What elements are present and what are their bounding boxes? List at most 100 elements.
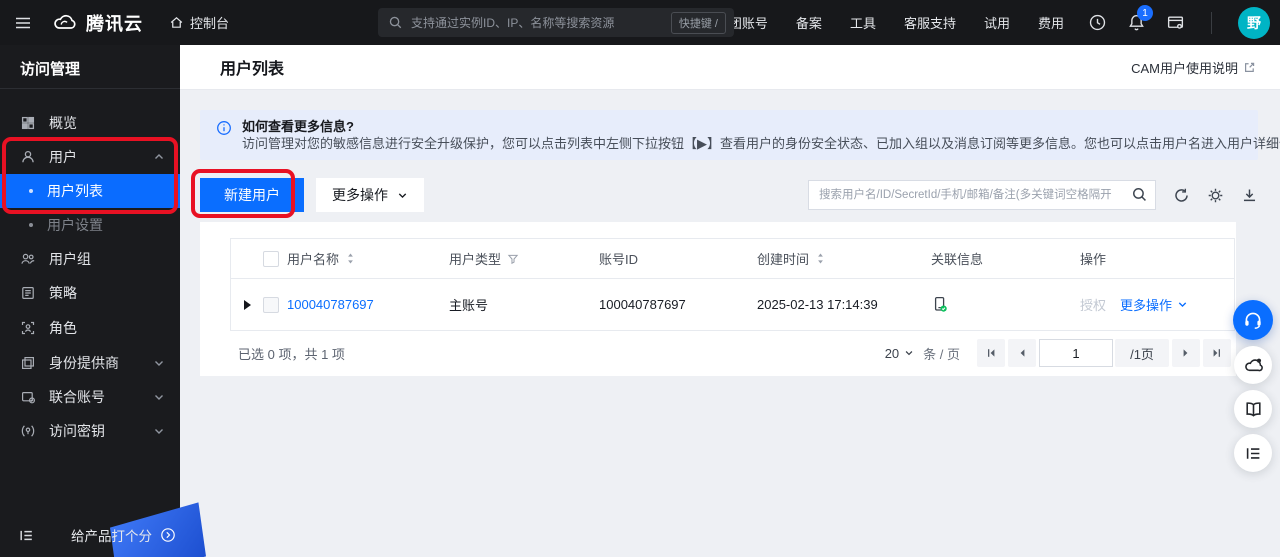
open-book-icon	[1245, 401, 1261, 417]
topbar-right-nav: 集团账号 备案 工具 客服支持 试用 费用 1 野	[671, 5, 1280, 39]
table-toolbar: 新建用户 更多操作	[200, 178, 1258, 212]
last-page-button[interactable]	[1203, 339, 1231, 367]
chevron-circle-icon[interactable]	[160, 527, 176, 543]
created-time-cell: 2025-02-13 17:14:39	[757, 297, 878, 312]
nav-icp-filing[interactable]: 备案	[796, 13, 822, 32]
topbar: 腾讯云 控制台 支持通过实例ID、IP、名称等搜索资源 快捷键 / 集团账号 备…	[0, 0, 1280, 45]
tencent-cloud-logo[interactable]: 腾讯云	[52, 10, 143, 36]
documentation-fab[interactable]	[1234, 390, 1272, 428]
user-search-box	[808, 180, 1156, 210]
external-link-icon	[1243, 61, 1256, 74]
user-avatar[interactable]: 野	[1238, 6, 1270, 39]
download-icon[interactable]	[1241, 187, 1258, 204]
sidebar-item-federated-accounts[interactable]: 联合账号	[0, 380, 180, 414]
sidebar-item-users[interactable]: 用户	[0, 140, 180, 174]
user-search-input[interactable]	[808, 180, 1156, 210]
hamburger-menu-icon[interactable]	[0, 13, 46, 33]
refresh-icon[interactable]	[1173, 187, 1190, 204]
page-size-unit: 条 / 页	[923, 346, 960, 362]
access-key-icon	[20, 423, 36, 439]
history-clock-icon[interactable]	[1088, 13, 1107, 32]
notification-count-badge: 1	[1137, 5, 1153, 21]
customer-service-fab[interactable]	[1233, 300, 1273, 340]
column-header-created: 创建时间	[757, 252, 810, 267]
filter-icon[interactable]	[507, 253, 519, 265]
phone-verified-icon	[931, 295, 949, 314]
home-icon	[169, 15, 184, 30]
row-checkbox[interactable]	[263, 296, 279, 313]
tencent-cloud-console: 腾讯云 控制台 支持通过实例ID、IP、名称等搜索资源 快捷键 / 集团账号 备…	[0, 0, 1280, 557]
new-user-button[interactable]: 新建用户	[200, 178, 304, 212]
sidebar-item-overview[interactable]: 概览	[0, 106, 180, 140]
bullet-dot-icon	[29, 223, 33, 227]
console-label: 控制台	[190, 16, 230, 31]
more-actions-button[interactable]: 更多操作	[316, 178, 424, 212]
row-more-actions[interactable]: 更多操作	[1120, 295, 1188, 314]
info-circle-icon	[216, 120, 232, 160]
sort-icon[interactable]	[815, 252, 826, 265]
sidebar-item-policies[interactable]: 策略	[0, 276, 180, 310]
sidebar-item-user-groups[interactable]: 用户组	[0, 242, 180, 276]
global-search-box[interactable]: 支持通过实例ID、IP、名称等搜索资源 快捷键 /	[378, 8, 734, 37]
nav-trial[interactable]: 试用	[984, 13, 1010, 32]
console-link[interactable]: 控制台	[169, 13, 229, 32]
sidebar-item-label: 访问密钥	[49, 423, 105, 439]
next-page-button[interactable]	[1172, 339, 1200, 367]
nav-support[interactable]: 客服支持	[904, 13, 956, 32]
current-page-input[interactable]	[1039, 339, 1113, 367]
user-table: 用户名称 用户类型 账号ID 创建时间 关联信息 操作 100040787697…	[230, 238, 1235, 331]
bullet-dot-icon	[29, 189, 33, 193]
overview-grid-icon	[20, 115, 36, 131]
cloud-alert-fab[interactable]	[1234, 346, 1272, 384]
cam-help-link[interactable]: CAM用户使用说明	[1131, 58, 1256, 77]
first-page-button[interactable]	[977, 339, 1005, 367]
sidebar-item-user-list[interactable]: 用户列表	[0, 174, 180, 208]
column-header-username: 用户名称	[287, 252, 340, 267]
cloud-logo-icon	[52, 13, 78, 33]
column-header-actions: 操作	[1080, 252, 1107, 267]
sort-icon[interactable]	[345, 252, 356, 265]
account-id-cell: 100040787697	[599, 297, 686, 312]
sidebar-item-user-settings[interactable]: 用户设置	[0, 208, 180, 242]
toolbar-right	[808, 180, 1258, 210]
billing-panel-icon[interactable]	[1166, 13, 1185, 32]
sidebar-item-roles[interactable]: 角色	[0, 311, 180, 345]
column-settings-gear-icon[interactable]	[1207, 187, 1224, 204]
page-size-select[interactable]: 20	[885, 346, 914, 361]
nav-billing[interactable]: 费用	[1038, 13, 1064, 32]
user-name-link[interactable]: 100040787697	[287, 297, 374, 312]
sidebar-item-identity-providers[interactable]: 身份提供商	[0, 346, 180, 380]
shortcut-badge: 快捷键 /	[670, 11, 726, 34]
collapse-sidebar-icon[interactable]	[18, 527, 35, 544]
sidebar-item-label: 身份提供商	[49, 355, 119, 371]
chevron-down-icon	[398, 192, 407, 198]
survey-fab[interactable]	[1234, 434, 1272, 472]
prev-page-button[interactable]	[1008, 339, 1036, 367]
table-footer: 已选 0 项，共 1 项 20 条 / 页 /1页	[200, 330, 1236, 376]
user-group-icon	[20, 251, 36, 267]
chevron-down-icon	[153, 357, 165, 369]
cam-help-link-label: CAM用户使用说明	[1131, 60, 1238, 76]
chevron-down-icon	[905, 351, 913, 356]
chevron-up-icon	[153, 151, 165, 163]
pagination: 20 条 / 页 /1页	[885, 339, 1231, 367]
table-row: 100040787697 主账号 100040787697 2025-02-13…	[231, 279, 1234, 330]
page-size-value: 20	[884, 345, 900, 361]
sidebar-item-access-keys[interactable]: 访问密钥	[0, 414, 180, 448]
survey-list-icon	[1246, 447, 1259, 459]
cloud-bell-icon	[1244, 358, 1263, 371]
expand-row-icon[interactable]	[244, 299, 251, 310]
nav-tools[interactable]: 工具	[850, 13, 876, 32]
authorize-action[interactable]: 授权	[1080, 295, 1106, 314]
info-banner-title: 如何查看更多信息?	[242, 119, 354, 134]
chevron-down-icon	[1178, 302, 1187, 308]
sidebar: 访问管理 概览 用户 用户列表 用户设置 用户组 策略 角色 身份提供商 联合账…	[0, 45, 207, 557]
notification-bell-icon[interactable]: 1	[1127, 5, 1153, 32]
select-all-checkbox[interactable]	[263, 250, 279, 267]
policy-icon	[20, 285, 36, 301]
sidebar-item-label: 联合账号	[49, 389, 105, 405]
search-icon[interactable]	[1131, 186, 1148, 203]
identity-provider-icon	[20, 355, 36, 371]
rate-product-link[interactable]: 给产品打个分	[71, 525, 152, 545]
sidebar-item-label: 策略	[49, 285, 77, 301]
